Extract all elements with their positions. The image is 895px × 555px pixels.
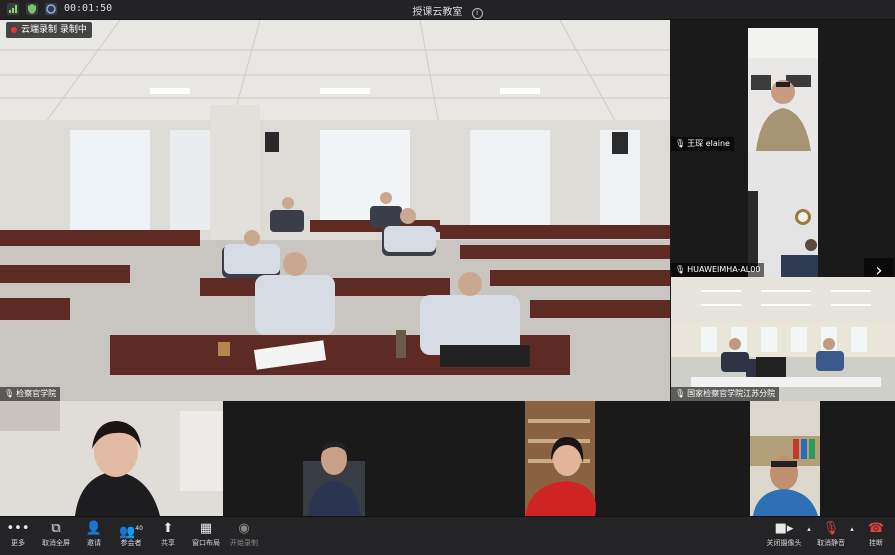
share-button[interactable]: ⬆ 共享 (154, 520, 182, 548)
side-tile-name: HUAWEIMHA-AL00 (687, 265, 761, 274)
layout-icon: ▦ (199, 521, 213, 536)
audio-options-chevron[interactable]: ▴ (848, 520, 856, 538)
side-video-tile[interactable]: 🎙 国家检察官学院江苏分院 (671, 277, 895, 401)
window-layout-label: 窗口布局 (192, 539, 220, 547)
hangup-icon: ☎ (867, 521, 885, 536)
side-video-tile[interactable]: 🎙 HUAWEIMHA-AL00 (671, 151, 895, 277)
side-tile-name: 国家检察官学院江苏分院 (687, 389, 776, 398)
participants-label: 参会者 (120, 539, 142, 547)
participant-video (300, 401, 373, 516)
title-bar: 00:01:50 授课云教室 i (0, 0, 895, 20)
mic-muted-icon: 🎙 (822, 521, 840, 536)
mic-icon: 🎙 (4, 389, 15, 398)
camera-off-button[interactable]: ■▸ 关闭摄像头 (763, 520, 805, 548)
participant-video (0, 401, 223, 516)
exit-fullscreen-icon: ⧉ (51, 521, 61, 536)
unmute-label: 取消静音 (817, 539, 845, 547)
bottom-video-tile[interactable] (523, 401, 673, 516)
bottom-video-tile[interactable] (673, 401, 895, 516)
camera-icon: ■▸ (774, 521, 794, 536)
participants-icon: 👥40 (119, 524, 143, 540)
main-tile-namebar: 🎙 检察官学院 (0, 387, 61, 401)
camera-off-label: 关闭摄像头 (766, 539, 802, 547)
invite-button[interactable]: 👤 邀请 (80, 520, 108, 548)
side-video-tile[interactable]: 🎙 王琛 elaine (671, 20, 895, 151)
recording-label: 云端录制 录制中 (21, 25, 87, 35)
window-title: 授课云教室 i (0, 3, 895, 19)
camera-options-chevron[interactable]: ▴ (805, 520, 813, 538)
participant-video (748, 151, 818, 277)
add-user-icon: 👤 (85, 521, 103, 536)
bottom-video-tile[interactable] (223, 401, 373, 516)
side-tile-namebar: 🎙 国家检察官学院江苏分院 (671, 387, 780, 401)
window-layout-button[interactable]: ▦ 窗口布局 (188, 520, 224, 548)
chevron-up-icon: ▴ (850, 525, 854, 533)
bottom-video-tile[interactable] (0, 401, 223, 516)
main-tile-name: 检察官学院 (16, 389, 57, 398)
participant-video (750, 401, 820, 516)
more-button[interactable]: ••• 更多 (4, 520, 32, 548)
participant-video (671, 277, 895, 401)
meeting-toolbar: ••• 更多 ⧉ 取消全屏 👤 邀请 👥40 参会者 ⬆ 共享 ▦ 窗口布局 ◉… (0, 516, 895, 555)
share-label: 共享 (161, 539, 175, 547)
side-tile-namebar: 🎙 王琛 elaine (671, 137, 734, 151)
side-tile-name: 王琛 elaine (687, 139, 730, 148)
recording-badge[interactable]: 云端录制 录制中 (6, 22, 92, 38)
cancel-fullscreen-label: 取消全屏 (42, 539, 70, 547)
side-tile-namebar: 🎙 HUAWEIMHA-AL00 (671, 263, 765, 277)
start-record-button[interactable]: ◉ 开始录制 (228, 520, 260, 548)
more-label: 更多 (11, 539, 25, 547)
mic-icon: 🎙 (675, 139, 686, 148)
main-video-tile[interactable]: 🎙 检察官学院 (0, 20, 670, 401)
mic-icon: 🎙 (675, 389, 686, 398)
chevron-up-icon: ▴ (807, 525, 811, 533)
participant-video (748, 28, 818, 151)
info-icon[interactable]: i (471, 8, 483, 19)
more-dots-icon: ••• (6, 521, 30, 536)
bottom-video-tile[interactable] (373, 401, 523, 516)
participant-video (525, 401, 596, 516)
participants-button[interactable]: 👥40 参会者 (114, 520, 148, 548)
hangup-label: 挂断 (869, 539, 883, 547)
unmute-button[interactable]: 🎙 取消静音 (814, 520, 848, 548)
mic-icon: 🎙 (675, 265, 686, 274)
record-dot-icon (11, 26, 17, 33)
hangup-button[interactable]: ☎ 挂断 (862, 520, 890, 548)
cancel-fullscreen-button[interactable]: ⧉ 取消全屏 (38, 520, 74, 548)
share-screen-icon: ⬆ (162, 521, 174, 536)
participants-count: 40 (135, 525, 143, 532)
invite-label: 邀请 (87, 539, 101, 547)
start-record-label: 开始录制 (230, 539, 258, 547)
window-title-text: 授课云教室 (412, 7, 463, 18)
classroom-video (0, 20, 670, 401)
record-icon: ◉ (238, 521, 250, 536)
